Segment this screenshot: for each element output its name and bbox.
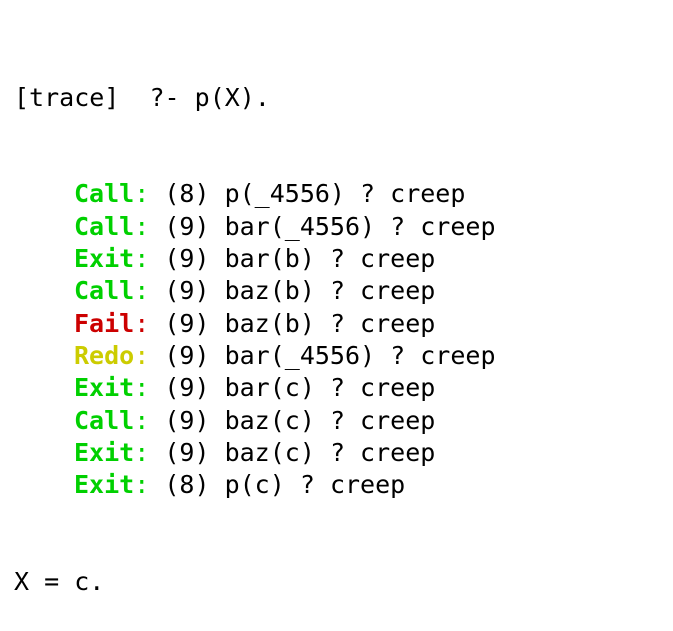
creep-prompt: ? creep (329, 244, 436, 274)
creep-prompt: ? creep (299, 470, 406, 500)
port-label: Call (74, 211, 135, 241)
port-separator: : (134, 340, 150, 370)
query-line: [trace] ?- p(X). (14, 82, 664, 114)
creep-prompt: ? creep (329, 437, 436, 467)
port-separator: : (134, 276, 150, 306)
prompt-symbol: ?- (149, 82, 180, 112)
goal-term: baz(b) (224, 276, 315, 306)
port-separator: : (134, 373, 150, 403)
trace-line: Redo: (9) bar(_4556) ? creep (14, 340, 664, 372)
port-separator: : (134, 179, 150, 209)
port-separator: : (134, 470, 150, 500)
trace-line: Exit: (8) p(c) ? creep (14, 469, 664, 501)
port-label: Fail (74, 308, 135, 338)
call-depth: (9) (164, 211, 210, 241)
call-depth: (9) (164, 308, 210, 338)
port-separator: : (134, 211, 150, 241)
query-text: p(X). (194, 82, 270, 112)
goal-term: baz(b) (224, 308, 315, 338)
goal-term: bar(b) (224, 244, 315, 274)
goal-term: bar(_4556) (224, 211, 376, 241)
trace-line: Call: (9) baz(b) ? creep (14, 275, 664, 307)
creep-prompt: ? creep (329, 308, 436, 338)
goal-term: p(c) (224, 470, 285, 500)
call-depth: (9) (164, 340, 210, 370)
call-depth: (8) (164, 179, 210, 209)
goal-term: bar(c) (224, 373, 315, 403)
prolog-terminal[interactable]: [trace] ?- p(X). Call: (8) p(_4556) ? cr… (14, 17, 664, 631)
call-depth: (9) (164, 276, 210, 306)
trace-line: Exit: (9) bar(b) ? creep (14, 243, 664, 275)
creep-prompt: ? creep (390, 211, 496, 241)
port-label: Exit (74, 373, 135, 403)
port-label: Redo (74, 340, 135, 370)
call-depth: (9) (164, 437, 210, 467)
goal-term: p(_4556) (224, 179, 345, 209)
port-separator: : (134, 405, 150, 435)
trace-line: Exit: (9) bar(c) ? creep (14, 372, 664, 404)
trace-tag: [trace] (14, 82, 120, 112)
port-label: Call (74, 276, 135, 306)
call-depth: (9) (164, 405, 210, 435)
port-label: Call (74, 179, 135, 209)
call-depth: (9) (164, 244, 210, 274)
trace-output: Call: (8) p(_4556) ? creep Call: (9) bar(… (14, 178, 664, 501)
trace-line: Call: (9) baz(c) ? creep (14, 405, 664, 437)
result-line: X = c. (14, 567, 105, 597)
port-label: Call (74, 405, 135, 435)
creep-prompt: ? creep (329, 373, 436, 403)
call-depth: (9) (164, 373, 210, 403)
port-separator: : (134, 437, 150, 467)
port-label: Exit (74, 437, 135, 467)
trace-line: Call: (9) bar(_4556) ? creep (14, 211, 664, 243)
creep-prompt: ? creep (329, 276, 436, 306)
creep-prompt: ? creep (360, 179, 466, 209)
call-depth: (8) (164, 470, 210, 500)
trace-line: Call: (8) p(_4556) ? creep (14, 178, 664, 210)
port-label: Exit (74, 244, 135, 274)
creep-prompt: ? creep (329, 405, 436, 435)
goal-term: baz(c) (224, 437, 315, 467)
port-separator: : (134, 244, 150, 274)
trace-line: Fail: (9) baz(b) ? creep (14, 308, 664, 340)
port-separator: : (134, 308, 150, 338)
port-label: Exit (74, 470, 135, 500)
goal-term: baz(c) (224, 405, 315, 435)
trace-line: Exit: (9) baz(c) ? creep (14, 437, 664, 469)
creep-prompt: ? creep (390, 340, 496, 370)
goal-term: bar(_4556) (224, 340, 376, 370)
